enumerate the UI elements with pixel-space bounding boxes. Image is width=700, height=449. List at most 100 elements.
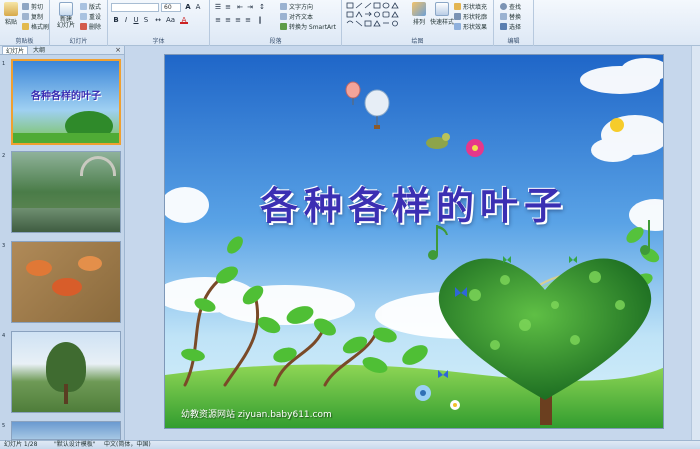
delete-slide-button[interactable]: 删除 [80, 22, 101, 31]
slide-thumb-2[interactable] [11, 151, 121, 233]
change-case-button[interactable]: Aa [166, 16, 175, 24]
find-button[interactable]: 查找 [500, 2, 521, 11]
shrink-font-button[interactable]: A [194, 3, 202, 11]
drawing-label: 绘图 [411, 38, 424, 45]
slide-canvas[interactable]: 各种各样的叶子 幼教资源网站 ziyuan.baby611.com [164, 54, 664, 429]
slide-thumb-1[interactable]: 各种各样的叶子 [11, 59, 121, 145]
format-painter-button[interactable]: 格式刷 [22, 22, 49, 31]
align-right-button[interactable]: ≡ [234, 16, 242, 24]
align-text-label: 对齐文本 [289, 14, 314, 21]
thumb-leaf [26, 260, 52, 276]
paste-button[interactable]: 粘贴 [2, 2, 20, 32]
thumb-water [12, 208, 120, 232]
align-text-icon [280, 13, 287, 20]
replace-label: 替换 [509, 14, 522, 21]
slide-workspace: 各种各样的叶子 幼教资源网站 ziyuan.baby611.com [126, 46, 700, 440]
copy-button[interactable]: 复制 [22, 12, 43, 21]
tab-slides[interactable]: 幻灯片 [2, 46, 29, 55]
thumb-number: 2 [2, 153, 6, 159]
font-name-combo[interactable] [111, 3, 159, 12]
paint-bucket-icon [454, 3, 461, 10]
decrease-indent-button[interactable]: ⇤ [236, 3, 244, 11]
slide-count: 幻灯片 1/28 [4, 441, 38, 448]
cursor-icon [500, 23, 507, 30]
layout-icon [80, 3, 87, 10]
reset-label: 重设 [89, 14, 102, 21]
text-direction-label: 文字方向 [289, 4, 314, 11]
slides-label: 幻灯片 [69, 38, 88, 45]
text-direction-button[interactable]: 文字方向 [280, 2, 313, 11]
shape-fill-label: 形状填充 [463, 4, 488, 11]
tab-outline[interactable]: 大纲 [30, 46, 48, 54]
slide-thumb-5[interactable] [11, 421, 121, 440]
layout-button[interactable]: 版式 [80, 2, 101, 11]
shapes-gallery[interactable] [346, 2, 406, 30]
status-bar: 幻灯片 1/28 "默认设计模板" 中文(简体，中国) [0, 440, 700, 449]
smartart-icon [280, 23, 287, 30]
font-group: 60 A A B I U S ↔ Aa A 字体 [108, 0, 210, 46]
columns-button[interactable]: ‖ [256, 16, 264, 24]
line-spacing-button[interactable]: ↕ [258, 3, 266, 11]
slide-thumb-3[interactable] [11, 241, 121, 323]
justify-button[interactable]: ≡ [244, 16, 252, 24]
numbering-button[interactable]: ≡ [224, 3, 232, 11]
bullets-button[interactable]: ☰ [214, 3, 222, 11]
select-label: 选择 [509, 24, 522, 31]
clipboard-group: 粘贴 剪切 复制 格式刷 剪贴板 [0, 0, 50, 46]
find-label: 查找 [509, 4, 522, 11]
reset-button[interactable]: 重设 [80, 12, 101, 21]
close-pane-icon[interactable]: × [115, 46, 121, 54]
paragraph-label: 段落 [269, 38, 282, 45]
theme-name: "默认设计模板" [54, 441, 96, 448]
paste-icon [4, 2, 18, 16]
underline-button[interactable]: U [132, 16, 140, 24]
slide-title[interactable]: 各种各样的叶子 [165, 175, 663, 230]
increase-indent-button[interactable]: ⇥ [246, 3, 254, 11]
smartart-label: 转换为 SmartArt [289, 24, 336, 31]
thumb-bridge [80, 156, 116, 176]
editing-group: 查找 替换 选择 编辑 [494, 0, 534, 46]
delete-icon [80, 23, 87, 30]
font-size-value: 60 [164, 4, 172, 11]
quick-styles-button[interactable]: 快速样式 [430, 2, 454, 32]
italic-button[interactable]: I [122, 16, 130, 24]
website-watermark: 幼教资源网站 ziyuan.baby611.com [181, 410, 332, 420]
align-center-button[interactable]: ≡ [224, 16, 232, 24]
font-color-button[interactable]: A [180, 16, 188, 24]
new-slide-button[interactable]: 新建 幻灯片 [54, 2, 78, 32]
select-button[interactable]: 选择 [500, 22, 521, 31]
new-slide-label: 新建 幻灯片 [56, 16, 75, 29]
quick-styles-label: 快速样式 [430, 19, 455, 26]
grow-font-button[interactable]: A [184, 3, 192, 11]
char-spacing-button[interactable]: ↔ [154, 16, 162, 24]
scissors-icon [22, 3, 29, 10]
thumb-leaf [52, 278, 82, 296]
align-left-button[interactable]: ≡ [214, 16, 222, 24]
slide-background [165, 55, 663, 428]
format-painter-label: 格式刷 [31, 24, 50, 31]
arrange-button[interactable]: 排列 [410, 2, 428, 32]
replace-button[interactable]: 替换 [500, 12, 521, 21]
font-label: 字体 [152, 38, 165, 45]
vertical-scrollbar[interactable] [691, 46, 700, 440]
reset-icon [80, 13, 87, 20]
slides-pane: 幻灯片 大纲 × 1 各种各样的叶子 2 3 4 5 [0, 46, 125, 440]
quick-styles-icon [435, 2, 449, 16]
shape-fill-button[interactable]: 形状填充 [454, 2, 487, 11]
cut-button[interactable]: 剪切 [22, 2, 43, 11]
shape-effects-button[interactable]: 形状效果 [454, 22, 487, 31]
shape-effects-label: 形状效果 [463, 24, 488, 31]
pane-tabs: 幻灯片 大纲 × [0, 46, 124, 55]
slide-thumb-4[interactable] [11, 331, 121, 413]
shape-outline-button[interactable]: 形状轮廓 [454, 12, 487, 21]
binoculars-icon [500, 3, 507, 10]
strikethrough-button[interactable]: S [142, 16, 150, 24]
language-indicator: 中文(简体，中国) [104, 441, 151, 448]
smartart-button[interactable]: 转换为 SmartArt [280, 22, 336, 31]
font-size-combo[interactable]: 60 [161, 3, 181, 12]
bold-button[interactable]: B [112, 16, 120, 24]
align-text-button[interactable]: 对齐文本 [280, 12, 313, 21]
brush-icon [22, 23, 29, 30]
drawing-group: 排列 快速样式 形状填充 形状轮廓 形状效果 绘图 [342, 0, 494, 46]
copy-icon [22, 13, 29, 20]
